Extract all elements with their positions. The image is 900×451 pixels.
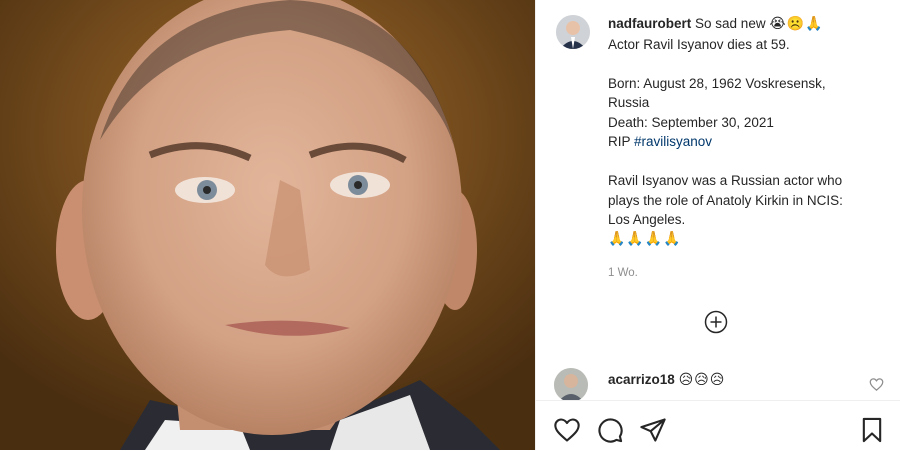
caption-line-2: Actor Ravil Isyanov dies at 59. — [608, 36, 790, 52]
bio-line-1: Ravil Isyanov was a Russian actor who — [608, 173, 843, 188]
plus-circle-icon — [704, 310, 728, 334]
post-caption: nadfaurobert So sad new 😭☹️🙏 Actor Ravil… — [608, 14, 880, 249]
heart-icon — [869, 378, 884, 391]
post-panel: nadfaurobert So sad new 😭☹️🙏 Actor Ravil… — [535, 0, 900, 451]
comment-bubble-icon — [598, 418, 623, 443]
prayer-emoji: 🙏🙏🙏🙏 — [608, 230, 682, 247]
comment-button[interactable] — [596, 416, 624, 444]
author-avatar[interactable] — [556, 15, 590, 49]
comment-emoji: 😥😥😥 — [678, 372, 726, 388]
comment-item: acarrizo18 😥😥😥 — [608, 370, 725, 390]
author-username[interactable]: nadfaurobert — [608, 16, 691, 31]
commenter-username[interactable]: acarrizo18 — [608, 372, 675, 387]
heart-icon — [554, 418, 580, 442]
rip-line: RIP #ravilisyanov — [608, 132, 880, 152]
save-button[interactable] — [858, 416, 886, 444]
caption-line-1: nadfaurobert So sad new 😭☹️🙏 — [608, 14, 880, 35]
commenter-avatar-image — [554, 368, 588, 402]
born-line: Born: August 28, 1962 Voskresensk, — [608, 75, 826, 91]
commenter-avatar[interactable] — [554, 368, 588, 402]
bookmark-icon — [862, 417, 882, 443]
author-avatar-image — [556, 15, 590, 49]
portrait-image — [0, 0, 535, 450]
post-photo — [0, 0, 535, 450]
like-button[interactable] — [553, 416, 581, 444]
load-more-comments-button[interactable] — [704, 310, 728, 334]
hashtag-link[interactable]: #ravilisyanov — [634, 134, 712, 149]
post-action-bar — [536, 400, 900, 451]
death-line: Death: September 30, 2021 — [608, 114, 774, 130]
rip-text: RIP — [608, 134, 635, 149]
bio-line-3: Los Angeles. — [608, 212, 686, 227]
share-button[interactable] — [639, 416, 667, 444]
paper-plane-icon — [640, 418, 666, 442]
born-place-line: Russia — [608, 95, 650, 110]
post-time-ago[interactable]: 1 Wo. — [608, 267, 638, 279]
caption-emoji: 😭☹️🙏 — [769, 16, 824, 32]
bio-line-2: plays the role of Anatoly Kirkin in NCIS… — [608, 192, 843, 208]
comment-like-button[interactable] — [869, 377, 884, 392]
caption-text-1: So sad new — [695, 16, 766, 31]
